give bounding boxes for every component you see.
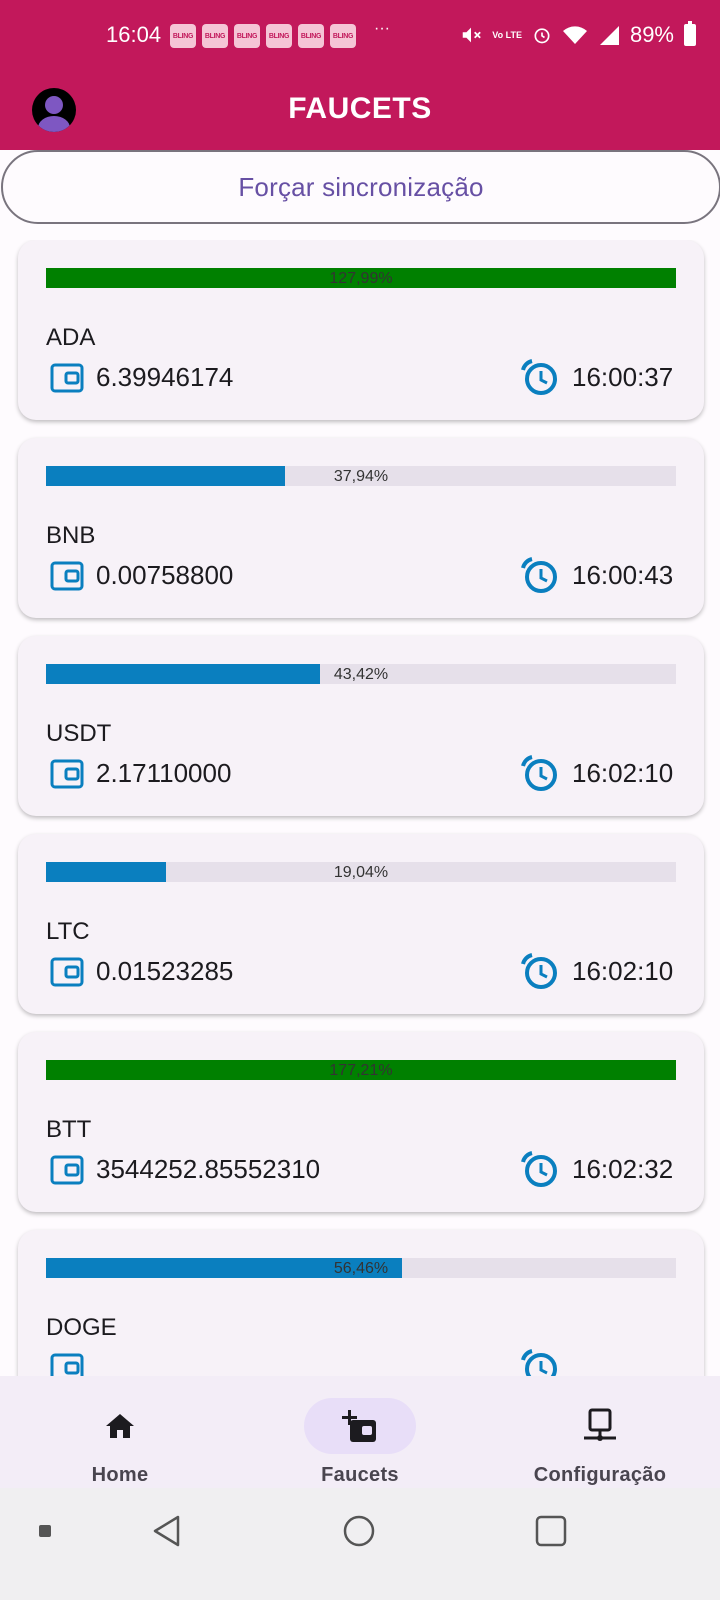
claim-time: 16:02:32 — [572, 1154, 674, 1184]
alarm-status-icon — [534, 28, 550, 44]
balance-value: 6.39946174 — [96, 362, 234, 392]
alarm-icon — [521, 1349, 557, 1376]
app-bar: FAUCETS — [0, 82, 720, 142]
coin-name: DOGE — [46, 1314, 117, 1341]
alarm-icon — [521, 557, 557, 593]
wallet-icon — [50, 759, 84, 789]
progress-label: 19,04% — [333, 864, 389, 881]
faucet-list[interactable]: 127,99% ADA 6.39946174 16:00:37 37,94% B… — [0, 240, 720, 1376]
status-icons: Vo LTE 89% — [460, 21, 696, 48]
progress-bar: 56,46% — [46, 1258, 676, 1278]
nav-label: Home — [91, 1464, 149, 1486]
alarm-icon — [521, 755, 557, 791]
keyboard-switch-icon[interactable] — [38, 1524, 52, 1538]
wifi-icon — [562, 26, 587, 44]
battery-percent: 89% — [629, 22, 674, 47]
progress-label: 56,46% — [333, 1260, 389, 1277]
progress-label: 177,21% — [329, 1062, 393, 1079]
battery-icon — [684, 21, 696, 46]
top-bar: 16:04 BLING BLING BLING BLING BLING BLIN… — [0, 0, 720, 150]
faucet-card[interactable]: 37,94% BNB 0.00758800 16:00:43 — [18, 438, 704, 618]
claim-time: 16:02:10 — [572, 956, 674, 986]
faucet-card[interactable]: 177,21% BTT 3544252.85552310 16:02:32 — [18, 1032, 704, 1212]
notification-icon: BLING — [266, 24, 292, 48]
mute-icon — [463, 27, 482, 43]
coin-name: BTT — [46, 1116, 92, 1143]
nav-item-home[interactable]: Home — [0, 1376, 240, 1488]
progress-bar: 19,04% — [46, 862, 676, 882]
notification-icon: BLING — [330, 24, 356, 48]
progress-label: 43,42% — [333, 666, 389, 683]
coin-name: USDT — [46, 720, 112, 747]
faucet-card[interactable]: 56,46% DOGE — [18, 1230, 704, 1376]
notification-icon: BLING — [234, 24, 260, 48]
faucet-card[interactable]: 19,04% LTC 0.01523285 16:02:10 — [18, 834, 704, 1014]
volte-icon: Vo LTE — [492, 29, 522, 40]
monitor-icon — [584, 1408, 616, 1441]
force-sync-button[interactable]: Forçar sincronização — [1, 150, 720, 224]
more-notifications-icon: ··· — [374, 20, 390, 37]
recents-icon[interactable] — [534, 1514, 568, 1548]
home-icon — [106, 1414, 134, 1438]
page-title: FAUCETS — [288, 92, 432, 125]
faucet-card[interactable]: 127,99% ADA 6.39946174 16:00:37 — [18, 240, 704, 420]
alarm-icon — [521, 953, 557, 989]
progress-bar: 43,42% — [46, 664, 676, 684]
coin-name: BNB — [46, 522, 96, 549]
notification-icons: BLING BLING BLING BLING BLING BLING — [170, 24, 356, 48]
home-circle-icon[interactable] — [342, 1514, 376, 1548]
progress-bar: 177,21% — [46, 1060, 676, 1080]
claim-time: 16:00:37 — [572, 362, 674, 392]
balance-value: 3544252.85552310 — [96, 1154, 321, 1184]
bottom-navigation: Home Faucets Configuração — [0, 1376, 720, 1488]
progress-bar: 127,99% — [46, 268, 676, 288]
faucet-card[interactable]: 43,42% USDT 2.17110000 16:02:10 — [18, 636, 704, 816]
coin-name: LTC — [46, 918, 90, 945]
wallet-icon — [50, 363, 84, 393]
wallet-icon — [50, 561, 84, 591]
coin-name: ADA — [46, 324, 96, 351]
nav-label: Configuração — [533, 1464, 667, 1486]
signal-icon — [599, 26, 619, 45]
notification-icon: BLING — [298, 24, 324, 48]
notification-icon: BLING — [202, 24, 228, 48]
balance-value: 0.01523285 — [96, 956, 234, 986]
claim-time: 16:00:43 — [572, 560, 674, 590]
wallet-icon — [50, 1353, 84, 1376]
wallet-add-icon — [342, 1410, 376, 1442]
wallet-icon — [50, 1155, 84, 1185]
wallet-icon — [50, 957, 84, 987]
nav-item-configuracao[interactable]: Configuração — [480, 1376, 720, 1488]
progress-label: 127,99% — [329, 270, 393, 287]
back-icon[interactable] — [150, 1514, 184, 1548]
notification-icon: BLING — [170, 24, 196, 48]
balance-value: 0.00758800 — [96, 560, 234, 590]
status-time: 16:04 — [106, 22, 162, 47]
alarm-icon — [521, 359, 557, 395]
progress-bar: 37,94% — [46, 466, 676, 486]
claim-time: 16:02:10 — [572, 758, 674, 788]
system-navigation-bar — [0, 1488, 720, 1600]
nav-item-faucets[interactable]: Faucets — [240, 1376, 480, 1488]
balance-value: 2.17110000 — [96, 758, 232, 788]
alarm-icon — [521, 1151, 557, 1187]
progress-label: 37,94% — [333, 468, 389, 485]
nav-label: Faucets — [321, 1464, 399, 1486]
status-bar: 16:04 BLING BLING BLING BLING BLING BLIN… — [0, 18, 720, 54]
